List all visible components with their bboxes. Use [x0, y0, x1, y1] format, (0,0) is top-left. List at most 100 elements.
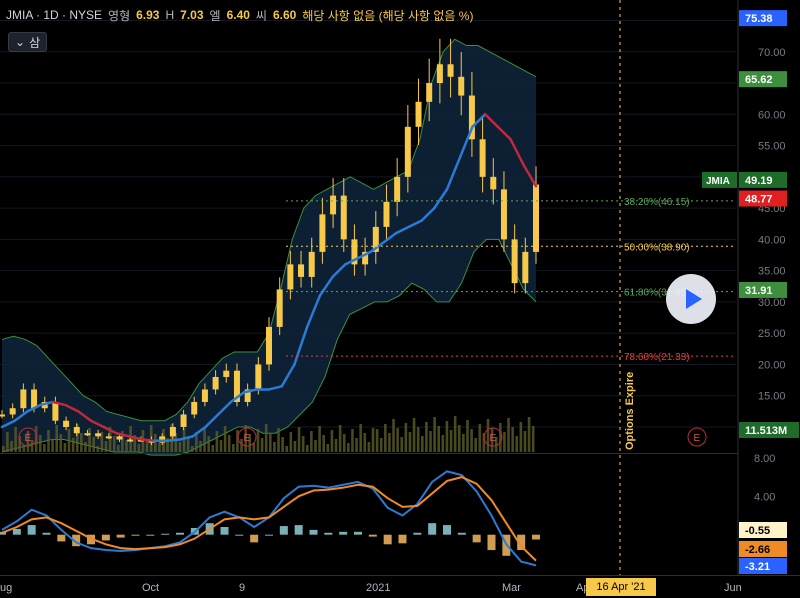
open-label: 영형 [108, 8, 131, 23]
volume-bar [264, 424, 268, 452]
price-axis-tick: 60.00 [758, 109, 786, 121]
macd-histogram-bar [487, 534, 496, 551]
candle-body [63, 420, 70, 427]
candle-body [426, 83, 433, 102]
volume-bar [297, 427, 301, 452]
volume-bar [523, 431, 527, 452]
volume-bar [408, 432, 412, 452]
volume-bar [429, 431, 432, 452]
volume-bar [507, 418, 510, 452]
price-axis-tick: 25.00 [758, 328, 786, 340]
macd-histogram-bar [309, 529, 318, 535]
macd-histogram-bar [101, 534, 110, 541]
macd-badge: -2.66 [745, 544, 770, 556]
volume-bar [511, 427, 514, 452]
volume-bar [305, 445, 309, 452]
volume-bar [342, 434, 346, 452]
volume-bar [22, 445, 26, 452]
change-text: 해당 사항 없음 (해당 사항 없음 %) [302, 8, 474, 23]
volume-bar [379, 438, 383, 452]
high-value: 7.03 [180, 8, 204, 22]
candle-body [436, 64, 443, 84]
volume-bar [322, 435, 325, 452]
volume-bar [367, 442, 371, 452]
candle-body [191, 401, 198, 415]
volume-bar [84, 442, 87, 452]
candle-body [383, 201, 390, 227]
candle-body [212, 376, 219, 390]
candle-body [116, 436, 123, 440]
volume-bar [425, 422, 428, 452]
price-badge: 48.77 [745, 194, 773, 206]
volume-bar [2, 446, 5, 452]
candle-body [0, 414, 5, 417]
volume-bar [88, 428, 91, 452]
macd-badge: -3.21 [745, 561, 770, 573]
volume-bar [59, 434, 63, 452]
volume-bar [96, 446, 100, 452]
volume-bar [203, 427, 206, 452]
open-value: 6.93 [136, 8, 160, 22]
symbol-label[interactable]: JMIA · 1D · NYSE [6, 8, 102, 22]
volume-bar [293, 441, 297, 452]
volume-bar [112, 436, 116, 452]
volume-bar [63, 443, 67, 452]
candle-body [287, 264, 294, 290]
volume-bar [178, 442, 182, 452]
volume-bar [420, 436, 424, 452]
volume-bar [190, 446, 194, 452]
volume-bar [51, 439, 54, 452]
volume-bar [104, 441, 108, 452]
volume-bar [474, 438, 477, 452]
volume-bar [240, 439, 243, 452]
candle-body [340, 195, 347, 240]
volume-bar [519, 422, 523, 452]
volume-bar [80, 433, 83, 452]
earnings-marker-label: E [25, 433, 32, 444]
volume-bar [92, 437, 95, 452]
macd-histogram-bar [176, 532, 184, 535]
macd-histogram-bar [457, 532, 466, 535]
low-value: 6.40 [226, 8, 250, 22]
price-axis-tick: 55.00 [758, 141, 786, 153]
candle-body [95, 433, 102, 437]
volume-bar [186, 437, 190, 452]
macd-histogram-bar [443, 525, 451, 535]
symbol-header: JMIA · 1D · NYSE 영형 6.93 H 7.03 엘 6.40 씨 6.6… [6, 4, 473, 26]
price-badge: 65.62 [745, 74, 773, 86]
candle-body [330, 195, 337, 215]
price-axis-tick: 70.00 [758, 47, 786, 59]
volume-bar [227, 435, 231, 452]
macd-signal-line [1, 476, 537, 562]
price-badge: 31.91 [745, 285, 773, 297]
volume-bar [137, 444, 141, 452]
macd-histogram-bar [12, 528, 21, 535]
price-badge: 49.19 [745, 175, 773, 187]
volume-bar [326, 444, 330, 452]
time-axis-tick: Mar [502, 582, 521, 594]
volume-bar [10, 441, 13, 452]
candle-body [84, 433, 91, 436]
candle-body [308, 251, 315, 277]
volume-bar [310, 431, 313, 452]
volume-bar [416, 427, 420, 452]
volume-bar [371, 428, 375, 452]
play-button[interactable] [666, 274, 716, 324]
time-axis-tick: Oct [142, 582, 159, 594]
fib-level-label: 38.20%(46.15) [624, 197, 690, 208]
macd-histogram-bar [279, 526, 288, 535]
volume-bar [441, 435, 445, 452]
play-icon [685, 289, 702, 309]
volume-bar [211, 445, 215, 452]
candle-body [404, 126, 411, 177]
macd-histogram-bar [368, 534, 377, 537]
price-axis-tick: 30.00 [758, 297, 786, 309]
indicator-toggle-button[interactable]: ⌄ 삼 [8, 32, 48, 52]
candle-body [105, 436, 112, 439]
volume-bar [499, 423, 502, 452]
candle-body [266, 326, 272, 365]
volume-bar [301, 436, 305, 452]
toggle-label: 삼 [29, 35, 41, 50]
close-value: 6.60 [272, 8, 297, 22]
volume-bar [71, 438, 75, 452]
